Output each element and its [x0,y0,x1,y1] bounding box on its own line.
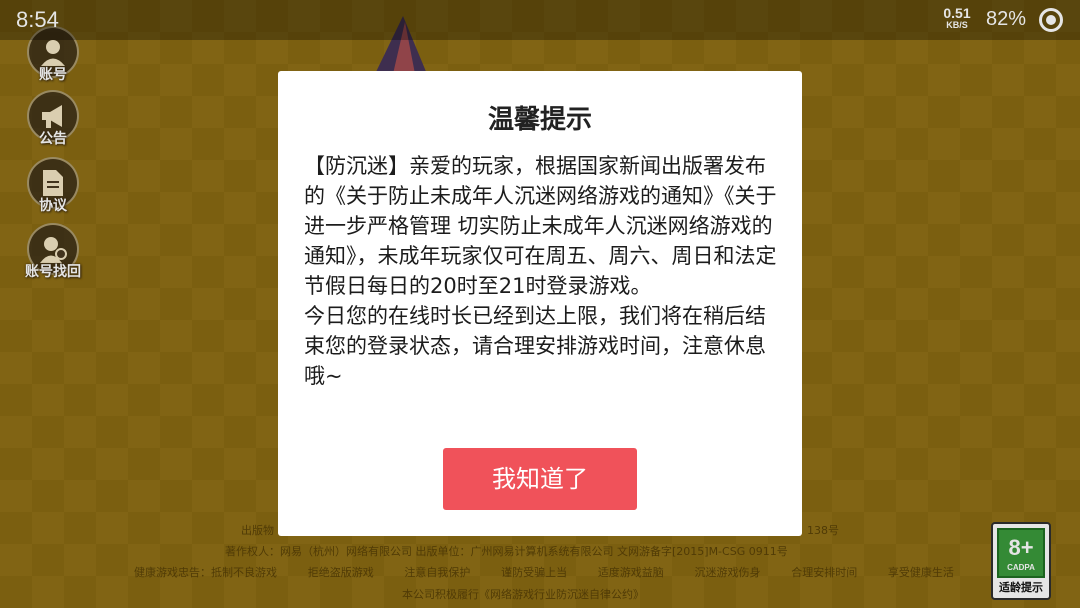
acknowledge-button[interactable]: 我知道了 [443,448,637,510]
dialog-title: 温馨提示 [487,105,592,135]
dialog-body: 【防沉迷】亲爱的玩家，根据国家新闻出版署发布的《关于防止未成年人沉迷网络游戏的通… [304,151,780,391]
anti-addiction-dialog: 温馨提示 【防沉迷】亲爱的玩家，根据国家新闻出版署发布的《关于防止未成年人沉迷网… [278,71,802,536]
dialog-paragraph-policy: 【防沉迷】亲爱的玩家，根据国家新闻出版署发布的《关于防止未成年人沉迷网络游戏的通… [304,154,777,298]
dialog-paragraph-limit: 今日您的在线时长已经到达上限，我们将在稍后结束您的登录状态，请合理安排游戏时间，… [304,304,766,388]
